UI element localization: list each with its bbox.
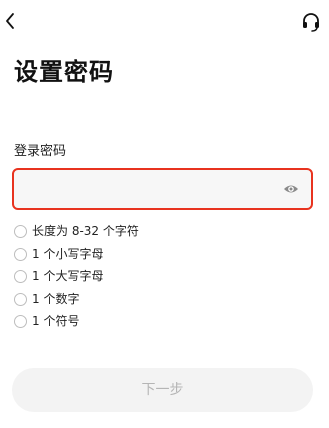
password-rules: 长度为 8-32 个字符 1 个小写字母 1 个大写字母 1 个数字 1 个符号	[14, 221, 314, 334]
password-input[interactable]	[24, 177, 274, 201]
rule-length: 长度为 8-32 个字符	[14, 221, 314, 244]
eye-icon	[284, 185, 298, 193]
rule-text: 1 个小写字母	[32, 246, 104, 261]
radio-indicator	[14, 225, 27, 238]
show-password-toggle[interactable]	[283, 181, 299, 197]
rule-digit: 1 个数字	[14, 289, 314, 312]
page-title: 设置密码	[14, 58, 114, 86]
rule-text: 1 个符号	[32, 314, 80, 328]
password-field	[12, 168, 313, 210]
radio-indicator	[14, 247, 27, 261]
next-step-button[interactable]: 下一步	[12, 368, 313, 412]
password-label: 登录密码	[14, 144, 67, 159]
radio-indicator	[14, 315, 27, 328]
set-password-screen: 设置密码 登录密码 长度为 8-32 个字符 1 个小写字母 1 个大写字母 1…	[0, 0, 329, 428]
rule-text: 1 个大写字母	[32, 269, 104, 283]
rule-text: 长度为 8-32 个字符	[32, 224, 139, 238]
customer-support-button[interactable]	[298, 10, 324, 34]
rule-lowercase: 1 个小写字母	[14, 244, 314, 267]
chevron-left-icon	[6, 13, 14, 29]
radio-indicator	[14, 292, 27, 306]
rule-text: 1 个数字	[32, 291, 80, 306]
headset-icon	[303, 13, 319, 32]
rule-symbol: 1 个符号	[14, 311, 314, 334]
radio-indicator	[14, 270, 27, 283]
rule-uppercase: 1 个大写字母	[14, 266, 314, 289]
top-bar	[0, 0, 329, 44]
back-button[interactable]	[0, 8, 24, 34]
